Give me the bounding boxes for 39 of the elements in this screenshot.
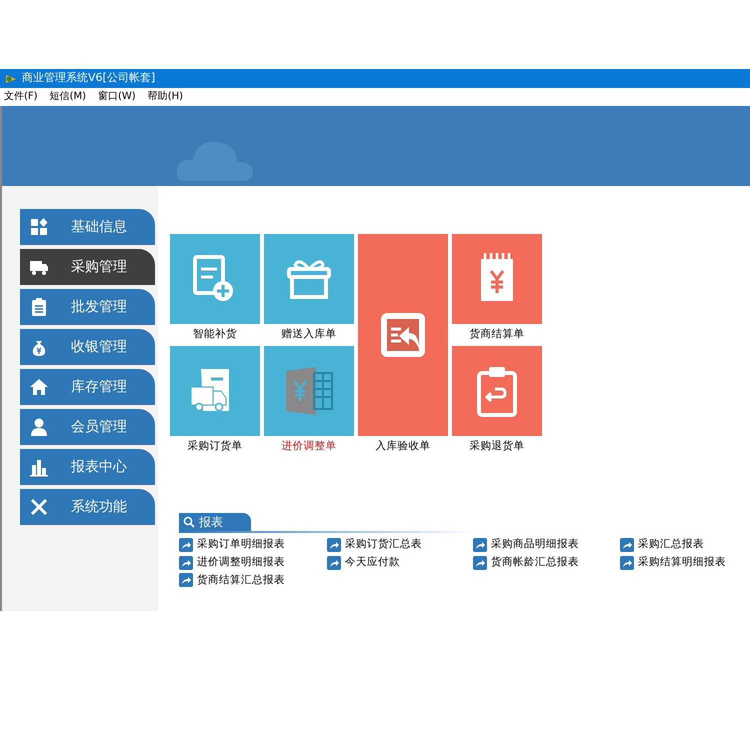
tile-label: 采购退货单 [470, 439, 524, 454]
sidebar-item[interactable]: 基础信息 [20, 209, 155, 245]
tile-button[interactable] [264, 346, 354, 436]
report-link[interactable]: 采购汇总报表 [638, 537, 704, 553]
window-title: 商业管理系统V6[公司帐套] [22, 70, 156, 86]
menu-item[interactable]: 窗口(W) [98, 88, 136, 104]
report-link[interactable]: 货商结算汇总报表 [197, 572, 285, 588]
tile-label: 进价调整单 [282, 439, 336, 454]
report-link[interactable]: 采购商品明细报表 [491, 537, 579, 553]
tile-label: 入库验收单 [376, 439, 430, 454]
tile-button[interactable] [452, 234, 542, 324]
sidebar-item[interactable]: 库存管理 [20, 369, 155, 405]
sidebar-item[interactable]: 报表中心 [20, 449, 155, 485]
tile-button[interactable] [170, 346, 260, 436]
tile-button[interactable] [452, 346, 542, 436]
sidebar-item[interactable]: 批发管理 [20, 289, 155, 325]
sidebar-item[interactable]: 收银管理 [20, 329, 155, 365]
menu-item[interactable]: 短信(M) [50, 88, 86, 104]
tile-button[interactable] [358, 234, 448, 436]
tile-label: 货商结算单 [470, 327, 524, 342]
tile-label: 智能补货 [193, 327, 237, 342]
report-link[interactable]: 采购结算明细报表 [638, 554, 726, 570]
report-link[interactable]: 今天应付款 [345, 554, 400, 570]
tile-button[interactable] [170, 234, 260, 324]
report-link[interactable]: 采购订单明细报表 [197, 537, 285, 553]
search-icon [183, 516, 195, 528]
tile-label: 采购订货单 [188, 439, 242, 454]
tile-label: 赠送入库单 [282, 327, 336, 342]
report-link[interactable]: 货商帐龄汇总报表 [491, 554, 579, 570]
menu-item[interactable]: 文件(F) [4, 88, 38, 104]
sidebar-item[interactable]: 会员管理 [20, 409, 155, 445]
yen-spreadsheet-icon [285, 366, 333, 416]
menu-item[interactable]: 帮助(H) [148, 88, 184, 104]
sidebar-item[interactable]: 采购管理 [20, 249, 155, 285]
tile-button[interactable] [264, 234, 354, 324]
sidebar-item[interactable]: 系统功能 [20, 489, 155, 525]
reports-title: 报表 [199, 514, 223, 531]
report-link[interactable]: 进价调整明细报表 [197, 554, 285, 570]
report-link[interactable]: 采购订货汇总表 [345, 537, 422, 553]
